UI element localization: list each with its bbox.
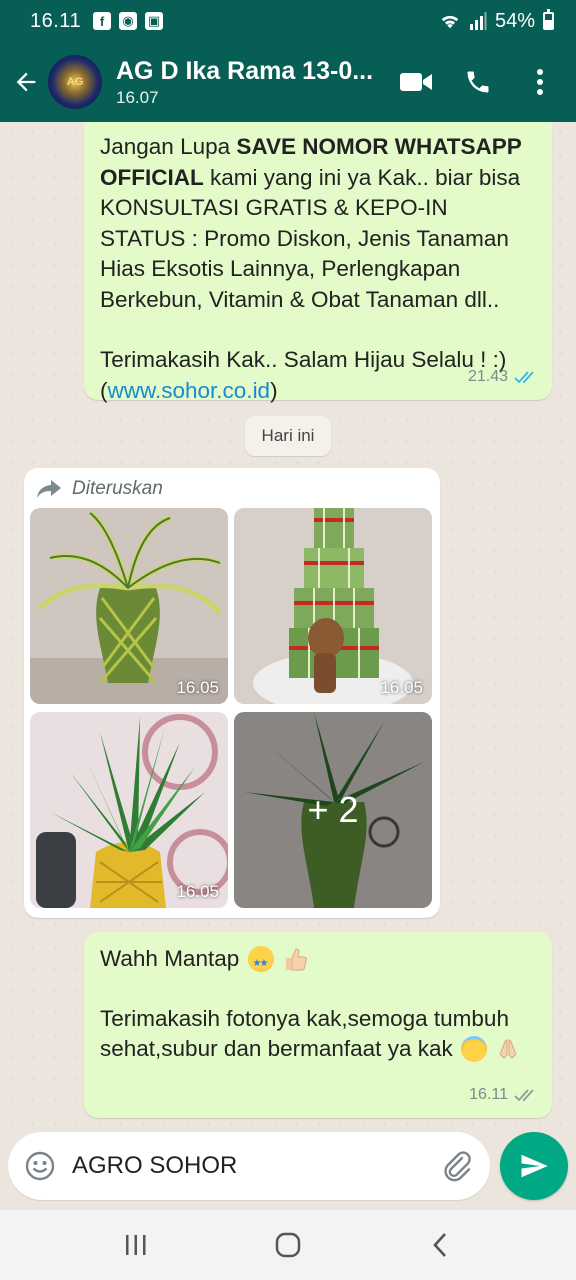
thumbs-up-emoji [282,946,308,972]
message-composer[interactable]: AGRO SOHOR [8,1132,490,1200]
date-chip: Hari ini [245,416,331,456]
delivered-ticks-icon [514,1089,534,1102]
forwarded-label: Diteruskan [36,478,163,500]
status-bar: 16.11 f ◉ ▣ 54% [0,0,576,42]
facebook-icon: f [93,12,112,30]
message-meta: 21.43 [468,362,538,393]
read-ticks-icon [514,371,534,384]
gallery-icon: ▣ [145,12,164,30]
emoji-icon[interactable] [24,1150,56,1182]
battery-icon [543,9,554,30]
back-icon[interactable] [410,1220,470,1270]
message-text: Jangan Lupa SAVE NOMOR WHATSAPP OFFICIAL… [100,134,522,312]
send-button[interactable] [500,1132,568,1200]
home-icon[interactable] [258,1220,318,1270]
smiling-halo-emoji [460,1036,487,1062]
recent-apps-icon[interactable] [106,1220,166,1270]
avatar-text: AG [66,76,84,88]
photo-time: 16.05 [176,678,219,697]
message-line-2: Terimakasih fotonya kak,semoga tumbuh se… [100,1004,536,1064]
message-line-1: Wahh Mantap [100,944,536,979]
contact-name[interactable]: AG D Ika Rama 13-0... [116,57,380,86]
chat-area[interactable]: Jangan Lupa SAVE NOMOR WHATSAPP OFFICIAL… [0,122,576,1132]
message-time: 21.43 [467,367,508,385]
message-input[interactable]: AGRO SOHOR [72,1152,440,1180]
album-photo[interactable]: 16.05 [234,508,432,704]
message-meta: 16.11 [469,1080,538,1110]
attach-icon[interactable] [440,1149,474,1183]
more-photos-overlay[interactable]: + 2 [234,712,432,908]
battery-percent: 54% [494,9,535,32]
album-photo[interactable]: 16.05 [30,712,228,908]
video-call-icon[interactable] [390,56,442,108]
avatar[interactable]: AG [48,55,102,109]
photo-time: 16.05 [380,678,423,697]
messenger-icon: ◉ [119,12,138,30]
back-arrow-icon[interactable] [10,62,42,102]
star-struck-emoji [247,946,274,979]
photo-time: 16.05 [176,882,219,901]
send-icon [521,1154,548,1178]
album-photo[interactable]: + 2 [234,712,432,908]
notification-icons: f ◉ ▣ [93,12,164,30]
outgoing-message[interactable]: Jangan Lupa SAVE NOMOR WHATSAPP OFFICIAL… [84,122,552,403]
contact-info[interactable]: AG D Ika Rama 13-0... 16.07 [116,57,380,108]
incoming-album-message[interactable]: Diteruskan 16.05 16.05 16.05 + 2 [24,468,440,918]
status-right: 54% [439,9,554,33]
status-time: 16.11 [30,9,82,32]
forward-arrow-icon [37,480,61,498]
voice-call-icon[interactable] [452,56,504,108]
message-time: 16.11 [469,1086,508,1103]
signal-icon [469,12,487,30]
chat-header: AG AG D Ika Rama 13-0... 16.07 [0,42,576,122]
last-seen: 16.07 [116,87,159,107]
wifi-icon [441,15,459,29]
folded-hands-emoji [495,1036,521,1062]
system-nav-bar [0,1210,576,1280]
outgoing-message[interactable]: Wahh Mantap Terimakasih fotonya kak,semo… [84,932,552,1118]
album-photo[interactable]: 16.05 [30,508,228,704]
more-options-icon[interactable] [514,56,566,108]
website-link[interactable]: www.sohor.co.id [108,378,271,403]
